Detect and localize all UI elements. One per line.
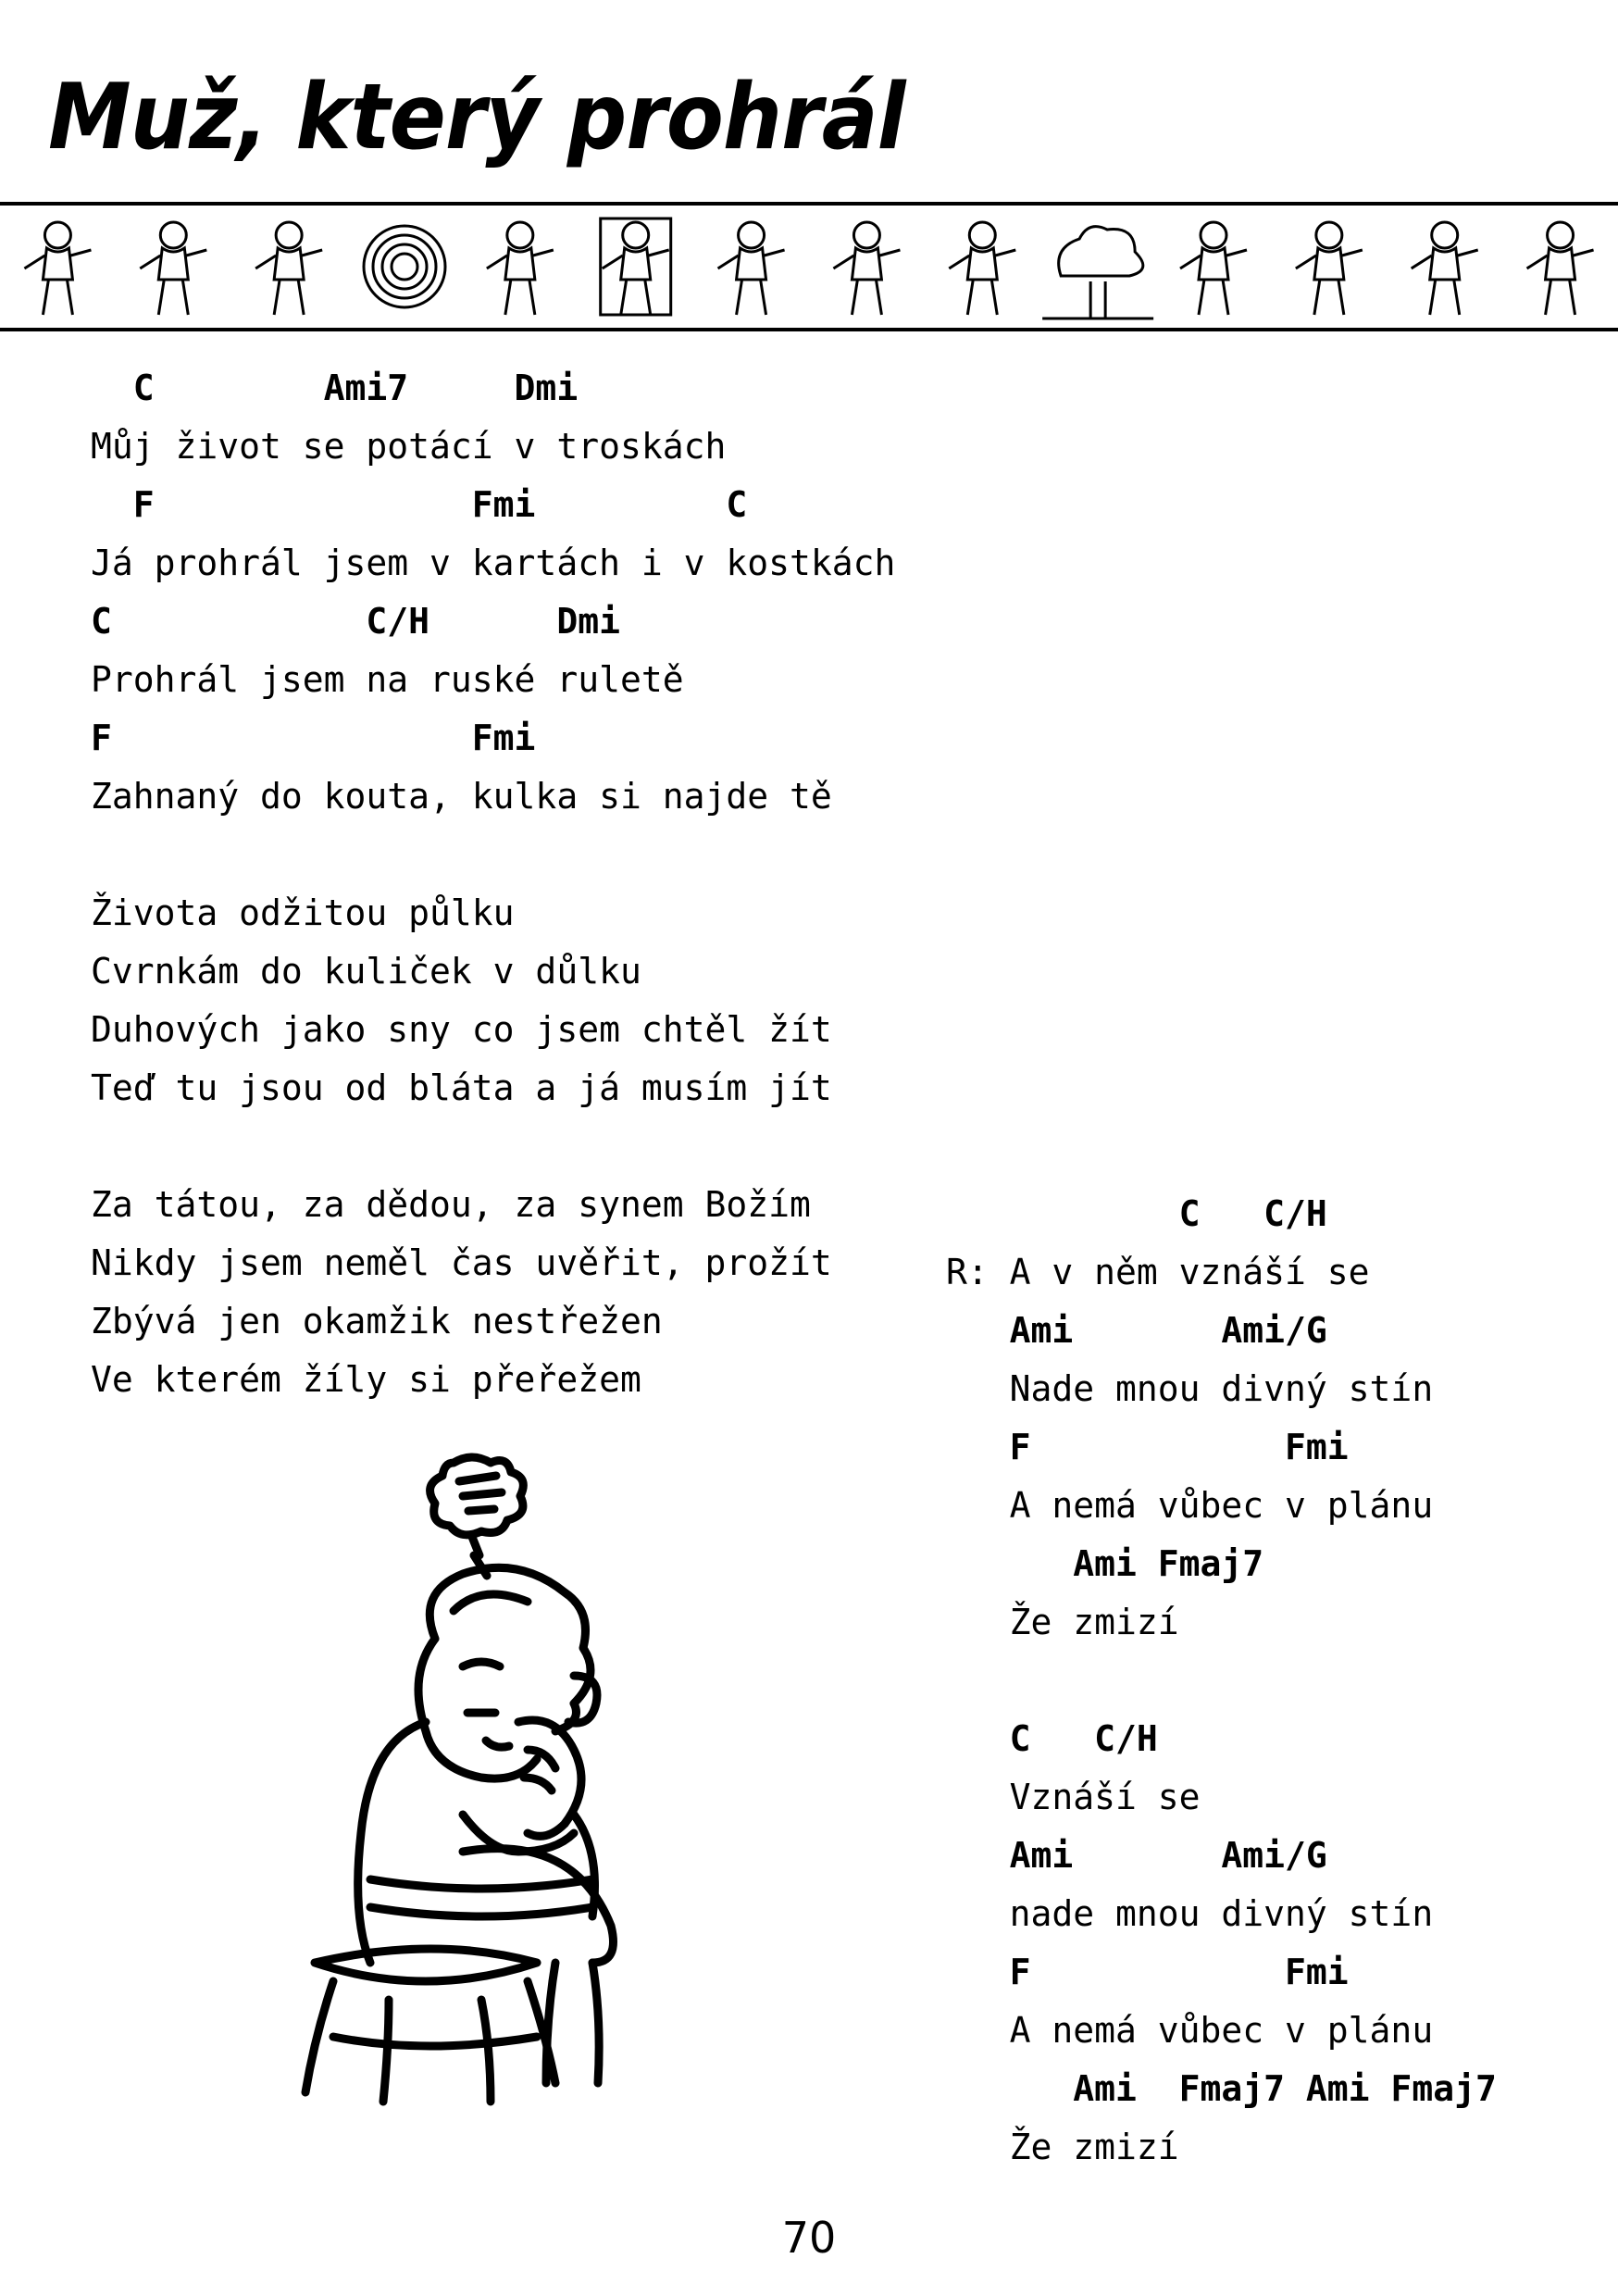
lyric-line: Života odžitou půlku xyxy=(91,892,515,933)
chord-line: Ami Fmaj7 Ami Fmaj7 xyxy=(946,2068,1497,2109)
vault-boy-director-icon xyxy=(716,220,785,316)
vault-boy-target-icon xyxy=(362,224,447,309)
vault-boy-flying-icon xyxy=(139,220,207,316)
lyric-line: A nemá vůbec v plánu xyxy=(946,1485,1434,1526)
lyric-line: Že zmizí xyxy=(946,1602,1179,1642)
chord-line: F Fmi C xyxy=(91,484,748,525)
lyric-line: Duhových jako sny co jsem chtěl žít xyxy=(91,1009,832,1050)
vault-boy-dog-icon xyxy=(1525,220,1594,316)
lyric-line: Teď tu jsou od bláta a já musím jít xyxy=(91,1067,832,1108)
vault-boy-pistol-icon xyxy=(23,220,92,316)
song-title: Muž, který prohrál xyxy=(48,65,906,170)
lyric-line: Můj život se potácí v troskách xyxy=(91,426,727,467)
banner-icons xyxy=(23,217,1594,320)
vault-boy-rocket-launcher-icon xyxy=(832,220,901,316)
vault-boy-gear-icon xyxy=(1410,220,1479,316)
refrain: C C/H R: A v něm vznáší se Ami Ami/G Nade… xyxy=(946,1185,1497,2177)
chord-line: Ami Ami/G xyxy=(946,1835,1327,1876)
lyric-line: Zbývá jen okamžik nestřežen xyxy=(91,1301,663,1341)
lyric-line: R: A v něm vznáší se xyxy=(946,1252,1370,1292)
vault-boy-dual-wield-icon xyxy=(1295,220,1363,316)
lyric-line: Zahnaný do kouta, kulka si najde tě xyxy=(91,776,832,817)
lyric-line: Prohrál jsem na ruské ruletě xyxy=(91,659,684,700)
lyric-line: Já prohrál jsem v kartách i v kostkách xyxy=(91,543,896,583)
chord-line: C Ami7 Dmi xyxy=(91,368,579,408)
chord-line: Ami Fmaj7 xyxy=(946,1543,1264,1584)
icon-banner xyxy=(0,202,1618,331)
lyric-line: A nemá vůbec v plánu xyxy=(946,2010,1434,2051)
lyric-line: Cvrnkám do kuliček v důlku xyxy=(91,951,641,992)
chord-line: F Fmi xyxy=(946,1427,1349,1467)
vault-boy-nuke-cloud-icon xyxy=(1042,225,1154,320)
chord-line: F Fmi xyxy=(946,1952,1349,1992)
lyric-line: Že zmizí xyxy=(946,2127,1179,2167)
vault-boy-minigun-icon xyxy=(255,220,323,316)
stanza-gap xyxy=(946,1652,1497,1710)
sad-vault-boy-sitting-icon xyxy=(301,1453,617,2106)
lyric-line: Nade mnou divný stín xyxy=(946,1368,1434,1409)
lyric-line: nade mnou divný stín xyxy=(946,1893,1434,1934)
page-number: 70 xyxy=(781,2213,837,2263)
stanza-gap xyxy=(91,1117,895,1176)
chord-line: F Fmi xyxy=(91,718,536,758)
vault-boy-carrying-boxes-icon xyxy=(948,220,1016,316)
verse-1: C Ami7 Dmi Můj život se potácí v troskách… xyxy=(91,359,895,1409)
vault-boy-framed-icon xyxy=(599,217,673,317)
vault-boy-revolver-icon xyxy=(486,220,554,316)
vault-boy-sword-icon xyxy=(1179,220,1248,316)
lyric-line: Vznáší se xyxy=(946,1777,1201,1817)
chord-line: C C/H xyxy=(946,1193,1327,1234)
chord-line: C C/H xyxy=(946,1718,1158,1759)
stanza-gap xyxy=(91,826,895,884)
lyric-line: Nikdy jsem neměl čas uvěřit, prožít xyxy=(91,1242,832,1283)
chord-line: C C/H Dmi xyxy=(91,601,620,642)
lyric-line: Ve kterém žíly si přeřežem xyxy=(91,1359,641,1400)
chord-line: Ami Ami/G xyxy=(946,1310,1327,1351)
lyric-line: Za tátou, za dědou, za synem Božím xyxy=(91,1184,811,1225)
